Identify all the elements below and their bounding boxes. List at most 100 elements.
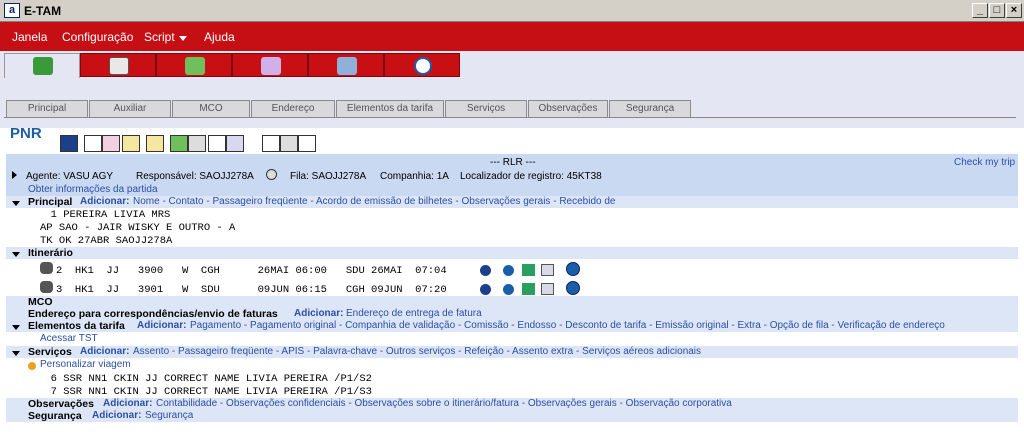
menu-janela[interactable]: Janela — [12, 30, 47, 44]
package-icon — [33, 57, 53, 75]
globe-icon[interactable] — [480, 284, 491, 295]
tab-principal[interactable]: Principal — [6, 100, 88, 118]
close-button[interactable]: × — [1006, 3, 1022, 18]
servicos-links[interactable]: Assento - Passageiro freqüente - APIS - … — [133, 346, 701, 357]
seg-label: Segurança — [28, 410, 82, 422]
pnr-line-ap: AP SAO - JAIR WISKY E OUTRO - A — [40, 222, 236, 234]
endereco-label: Endereço para correspondências/envio de … — [28, 308, 278, 320]
tarifa-links[interactable]: Pagamento - Pagamento original - Companh… — [190, 320, 945, 331]
ticket-icon[interactable] — [262, 135, 280, 152]
collapse-icon[interactable] — [12, 252, 20, 257]
acessar-tst-link[interactable]: Acessar TST — [40, 333, 98, 344]
principal-add: Adicionar: — [80, 196, 130, 207]
tab-info[interactable] — [384, 53, 460, 77]
obs-add: Adicionar: — [103, 398, 153, 409]
company-text: Companhia: 1A — [380, 171, 449, 182]
globe-icon[interactable] — [480, 265, 491, 276]
page-icon[interactable] — [298, 135, 316, 152]
info-icon[interactable] — [566, 262, 580, 276]
mco-label: MCO — [28, 296, 53, 308]
note-icon[interactable] — [122, 135, 140, 152]
obtain-info-link[interactable]: Obter informações da partida — [28, 184, 158, 195]
bullet-icon — [28, 362, 36, 370]
tab-seguranca[interactable]: Segurança — [609, 100, 691, 118]
card-icon[interactable] — [541, 283, 554, 295]
responsavel-text: Responsável: SAOJJ278A — [136, 171, 254, 182]
ssr-line: 6 SSR NN1 CKIN JJ CORRECT NAME LIVIA PER… — [38, 373, 372, 385]
tab-mco[interactable]: MCO — [172, 100, 250, 118]
settings-icon[interactable] — [188, 135, 206, 152]
menu-configuracao[interactable]: Configuração — [62, 30, 133, 44]
info-icon[interactable] — [566, 281, 580, 295]
pnr-line-tk: TK OK 27ABR SAOJJ278A — [40, 235, 173, 247]
servicos-label: Serviços — [28, 346, 72, 358]
tab-servicos[interactable]: Serviços — [445, 100, 527, 118]
e-ticket-icon[interactable] — [503, 265, 514, 276]
app-icon: a — [4, 3, 20, 18]
page-title: PNR — [10, 125, 42, 142]
collapse-icon[interactable] — [12, 325, 20, 330]
endereco-add: Adicionar: — [294, 308, 344, 319]
mco-band — [6, 296, 1018, 308]
minimize-button[interactable]: _ — [972, 3, 988, 18]
rlr-title: --- RLR --- — [490, 157, 536, 168]
servicos-add: Adicionar: — [80, 346, 130, 357]
people-action-icon[interactable] — [170, 135, 188, 152]
menu-ajuda[interactable]: Ajuda — [204, 30, 235, 44]
maximize-button[interactable]: □ — [989, 3, 1005, 18]
e-ticket-icon[interactable] — [503, 284, 514, 295]
itinerario-header-band — [6, 247, 1018, 259]
personalizar-viagem-link[interactable]: Personalizar viagem — [40, 359, 131, 370]
people-icon — [185, 57, 205, 75]
tab-divider — [4, 117, 1016, 118]
save-icon[interactable] — [60, 135, 78, 152]
tab-people[interactable] — [156, 53, 232, 77]
window-title-bar — [0, 0, 1024, 22]
tab-elementos-tarifa[interactable]: Elementos da tarifa — [336, 100, 444, 118]
tab-auxiliar[interactable]: Auxiliar — [89, 100, 171, 118]
principal-links[interactable]: Nome - Contato - Passageiro freqüente - … — [133, 196, 615, 207]
segment-row: 2 HK1 JJ 3900 W CGH 26MAI 06:00 SDU 26MA… — [56, 265, 447, 277]
window-title: E-TAM — [24, 4, 62, 18]
book-icon[interactable] — [208, 135, 226, 152]
pnr-line-name: 1 PEREIRA LIVIA MRS — [38, 209, 171, 221]
edit-icon[interactable] — [84, 135, 102, 152]
itinerario-label: Itinerário — [28, 247, 73, 259]
collapse-icon[interactable] — [12, 201, 20, 206]
tarifa-label: Elementos da tarifa — [28, 320, 125, 332]
lock-icon — [266, 169, 277, 180]
tab-document[interactable] — [308, 53, 384, 77]
gear-robot-icon — [109, 57, 129, 75]
check-my-trip-link[interactable]: Check my trip — [954, 157, 1015, 168]
tab-package[interactable] — [4, 53, 80, 78]
tab-edit[interactable] — [232, 53, 308, 77]
endereco-links[interactable]: Endereço de entrega de fatura — [346, 308, 482, 319]
tarifa-add: Adicionar: — [137, 320, 187, 331]
agent-text: Agente: VASU AGY — [26, 171, 114, 182]
fila-text: Fila: SAOJJ278A — [290, 171, 367, 182]
list-icon[interactable] — [226, 135, 244, 152]
info-icon — [414, 57, 432, 75]
chevron-down-icon — [179, 36, 187, 41]
document-icon — [337, 57, 357, 75]
seat-icon[interactable] — [522, 283, 535, 295]
seg-links[interactable]: Segurança — [145, 410, 193, 421]
tab-robot[interactable] — [80, 53, 156, 77]
seat-icon[interactable] — [522, 264, 535, 276]
robot-icon — [40, 281, 53, 293]
print-icon[interactable] — [280, 135, 298, 152]
expand-icon[interactable] — [12, 171, 17, 179]
eraser-icon[interactable] — [102, 135, 120, 152]
seg-add: Adicionar: — [92, 410, 142, 421]
ssr-line: 7 SSR NN1 CKIN JJ CORRECT NAME LIVIA PER… — [38, 386, 372, 398]
obs-links[interactable]: Contabilidade - Observações confidenciai… — [156, 398, 732, 409]
tab-endereco[interactable]: Endereço — [251, 100, 335, 118]
principal-label: Principal — [28, 196, 73, 208]
menu-script[interactable]: Script — [144, 30, 175, 44]
note-edit-icon[interactable] — [146, 135, 164, 152]
obs-label: Observações — [28, 398, 94, 410]
collapse-icon[interactable] — [12, 351, 20, 356]
tab-observacoes[interactable]: Observações — [528, 100, 608, 118]
card-icon[interactable] — [541, 264, 554, 276]
pencil-pad-icon — [261, 57, 281, 75]
